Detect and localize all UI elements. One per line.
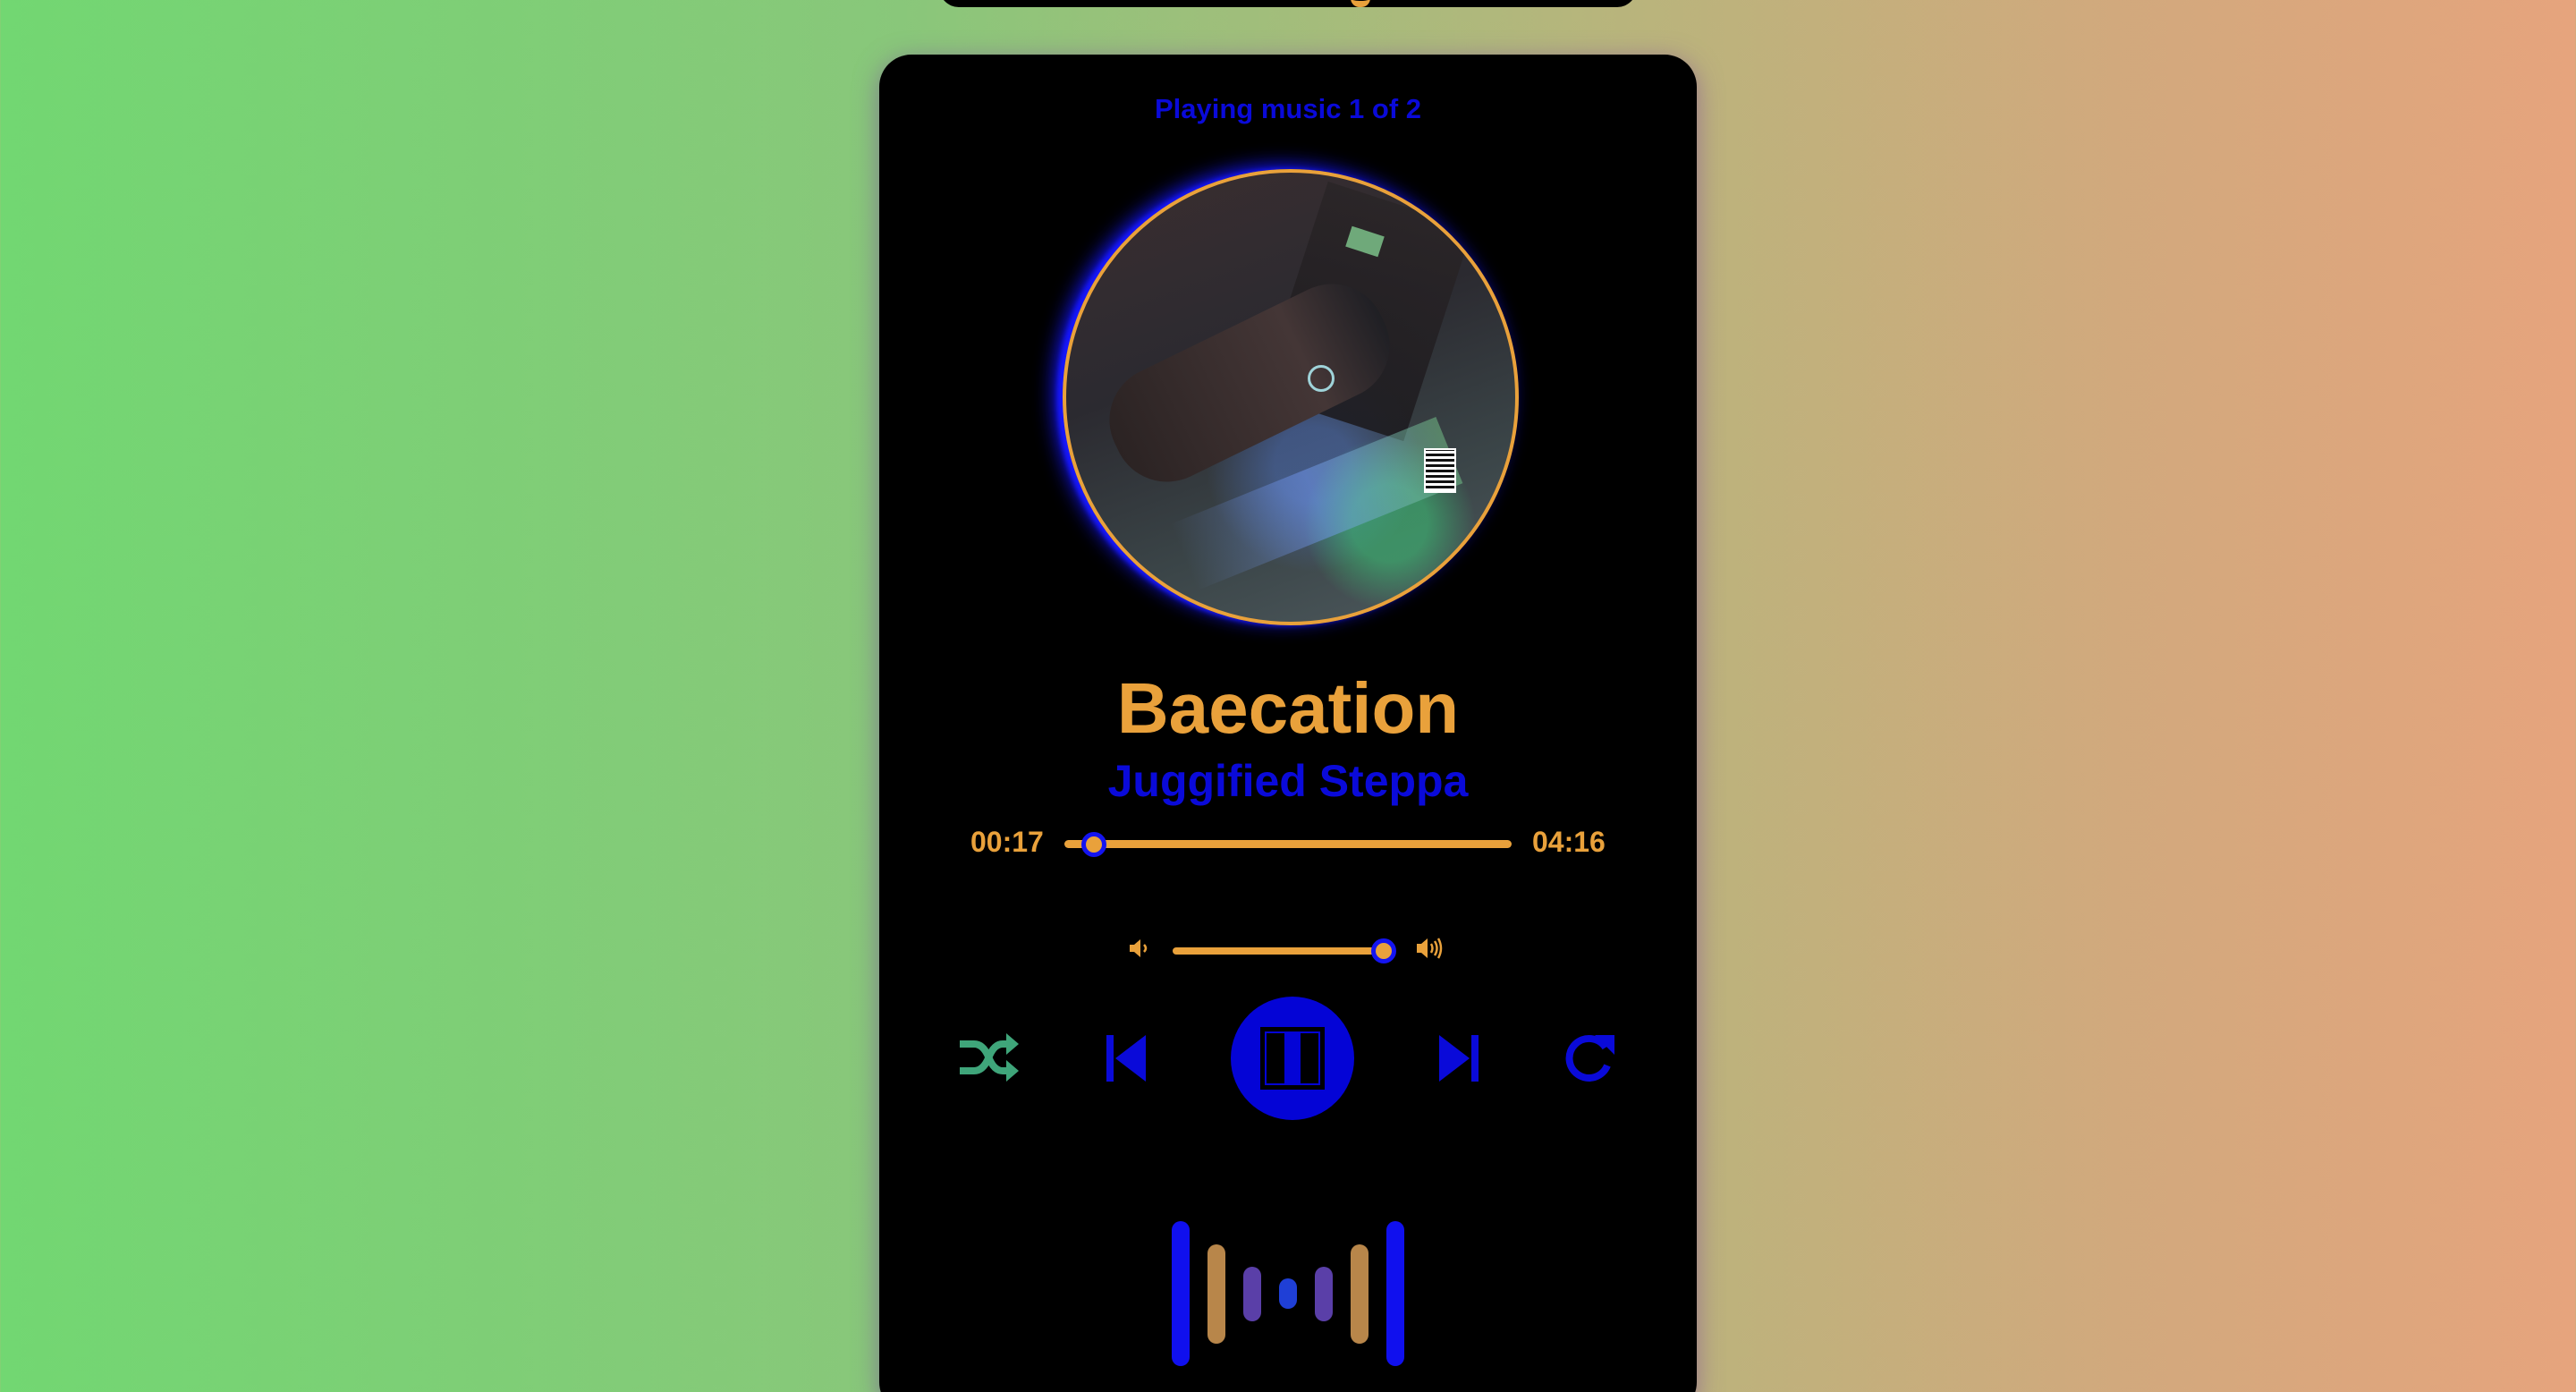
album-art <box>1063 169 1519 625</box>
visualizer-bar <box>1386 1221 1404 1366</box>
visualizer-bar <box>1243 1266 1261 1321</box>
volume-thumb[interactable] <box>1370 938 1396 963</box>
next-track-icon[interactable] <box>1436 1033 1480 1083</box>
progress-slider[interactable] <box>1064 832 1512 857</box>
current-time: 00:17 <box>970 826 1044 858</box>
visualizer-bar <box>1351 1243 1368 1344</box>
play-pause-button[interactable] <box>1231 997 1354 1120</box>
audio-visualizer <box>879 1218 1697 1379</box>
header-fragment <box>1351 0 1370 7</box>
volume-low-icon[interactable] <box>1128 937 1151 960</box>
previous-track-icon[interactable] <box>1105 1033 1149 1083</box>
shuffle-icon[interactable] <box>956 1030 1019 1085</box>
visualizer-bar <box>1279 1278 1297 1309</box>
visualizer-bar <box>1315 1266 1333 1321</box>
repeat-icon[interactable] <box>1561 1030 1616 1085</box>
visualizer-bar <box>1172 1221 1190 1366</box>
music-player-card: Playing music 1 of 2 Baecation Juggified… <box>879 55 1697 1392</box>
top-header-bar <box>939 0 1637 7</box>
parental-advisory-label <box>1424 448 1456 493</box>
progress-thumb[interactable] <box>1081 832 1106 857</box>
track-title: Baecation <box>1116 668 1460 748</box>
now-playing-label: Playing music 1 of 2 <box>1154 93 1422 124</box>
visualizer-bar <box>1208 1243 1225 1344</box>
volume-high-icon[interactable] <box>1415 935 1444 962</box>
track-artist: Juggified Steppa <box>1107 756 1469 806</box>
volume-slider[interactable] <box>1173 938 1396 963</box>
total-time: 04:16 <box>1532 826 1606 858</box>
